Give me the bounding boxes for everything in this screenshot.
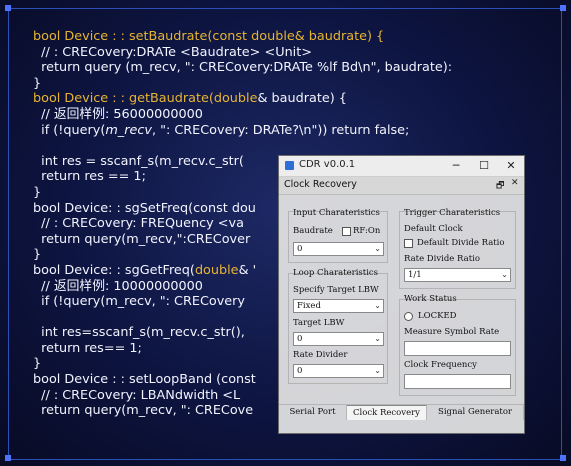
locked-label: LOCKED <box>418 311 457 321</box>
rate-divider-value: 0 <box>297 366 303 376</box>
trigger-group-title: Trigger Charateristics <box>404 208 501 218</box>
code-token: if (!query(m_recv, ": CRECovery <box>33 294 246 310</box>
code-token: } <box>33 356 42 372</box>
code-token: bool Device : : getBaudrate( <box>33 91 214 107</box>
specify-target-select[interactable]: Fixed ⌄ <box>293 299 384 313</box>
app-icon <box>285 161 294 170</box>
code-token: & ' <box>238 262 257 278</box>
default-divide-checkbox[interactable] <box>404 239 413 248</box>
chevron-down-icon: ⌄ <box>501 270 508 279</box>
rate-divide-select[interactable]: 1/1 ⌄ <box>404 268 511 282</box>
target-lbw-select[interactable]: 0 ⌄ <box>293 332 384 346</box>
panel-title: Clock Recovery <box>284 179 357 190</box>
default-divide-label: Default Divide Ratio <box>417 238 505 248</box>
frame-corner <box>560 5 566 11</box>
measure-rate-label: Measure Symbol Rate <box>404 327 500 337</box>
code-token: int res = sscanf_s(m_recv.c_str( <box>33 153 244 169</box>
tab-clock-recovery[interactable]: Clock Recovery <box>347 405 427 420</box>
target-lbw-label: Target LBW <box>293 318 345 328</box>
code-token: } <box>33 184 42 200</box>
chevron-down-icon: ⌄ <box>374 244 381 253</box>
cdr-window[interactable]: CDR v0.0.1 ─ ☐ ✕ Clock Recovery 🗗 ✕ Inpu… <box>278 155 525 434</box>
tab-bar: Serial Port Clock Recovery Signal Genera… <box>279 404 524 421</box>
rate-divide-label: Rate Divide Ratio <box>404 254 480 264</box>
frame-corner <box>5 5 11 11</box>
maximize-button[interactable]: ☐ <box>470 156 498 176</box>
float-panel-icon[interactable]: 🗗 <box>496 178 504 194</box>
rate-divide-value: 1/1 <box>408 270 422 280</box>
code-token: , ": CRECovery: DRATe?\n")) return false… <box>151 122 410 138</box>
work-status-title: Work Status <box>404 294 457 304</box>
code-token: return query(m_recv, ": CRECove <box>33 403 254 419</box>
code-token: bool Device : : setLoopBand (const <box>33 372 256 388</box>
code-token: } <box>33 75 42 91</box>
code-line: } <box>33 76 553 92</box>
code-token: } <box>33 247 42 263</box>
code-token: return query (m_recv, ": CRECovery:DRATe… <box>33 60 453 76</box>
close-panel-icon[interactable]: ✕ <box>511 178 519 188</box>
code-token: // 返回样例: 10000000000 <box>33 278 203 294</box>
code-line: // 返回样例: 56000000000 <box>33 107 553 123</box>
baudrate-select[interactable]: 0 ⌄ <box>293 242 384 256</box>
clock-frequency-field[interactable] <box>404 374 511 389</box>
code-token: bool Device: : sgGetFreq( <box>33 262 195 278</box>
rate-divider-label: Rate Divider <box>293 350 348 360</box>
frame-corner <box>5 455 11 461</box>
code-line: // : CRECovery:DRATe <Baudrate> <Unit> <box>33 45 553 61</box>
specify-target-label: Specify Target LBW <box>293 285 379 295</box>
code-token: & baudrate) { <box>257 91 347 107</box>
panel-header: Clock Recovery 🗗 ✕ <box>279 177 524 195</box>
code-line: if (!query(m_recv, ": CRECovery: DRATe?\… <box>33 123 553 139</box>
window-title: CDR v0.0.1 <box>299 159 356 170</box>
code-token: int res=sscanf_s(m_recv.c_str(), <box>33 325 245 341</box>
title-bar[interactable]: CDR v0.0.1 ─ ☐ ✕ <box>279 156 524 177</box>
code-token: // : CRECovery: FREQuency <va <box>33 216 244 232</box>
code-token: // 返回样例: 56000000000 <box>33 106 203 122</box>
rate-divider-select[interactable]: 0 ⌄ <box>293 364 384 378</box>
code-token: double <box>213 91 258 107</box>
chevron-down-icon: ⌄ <box>374 366 381 375</box>
code-token: m_recv <box>105 122 152 138</box>
frame-corner <box>560 455 566 461</box>
minimize-button[interactable]: ─ <box>442 156 470 176</box>
clock-frequency-label: Clock Frequency <box>404 360 477 370</box>
code-token: bool Device: : sgSetFreq(const dou <box>33 200 256 216</box>
baudrate-value: 0 <box>297 244 303 254</box>
chevron-down-icon: ⌄ <box>374 334 381 343</box>
code-token: return res== 1; <box>33 340 142 356</box>
code-line: return query (m_recv, ": CRECovery:DRATe… <box>33 60 553 76</box>
code-token: double <box>194 262 239 278</box>
default-clock-label: Default Clock <box>404 224 463 234</box>
code-token: // : CRECovery:DRATe <Baudrate> <Unit> <box>33 44 312 60</box>
code-token: const double <box>212 29 295 44</box>
tab-serial-port[interactable]: Serial Port <box>279 405 347 420</box>
input-group-title: Input Charateristics <box>293 208 380 218</box>
locked-indicator <box>404 312 413 321</box>
code-token: // : CRECovery: LBANdwidth <L <box>33 387 241 403</box>
specify-target-value: Fixed <box>297 301 321 311</box>
code-token: & baudrate) { <box>294 29 385 44</box>
rf-on-checkbox[interactable] <box>342 227 351 236</box>
chevron-down-icon: ⌄ <box>374 301 381 310</box>
code-token: return query(m_recv,":CRECover <box>33 231 251 247</box>
target-lbw-value: 0 <box>297 334 303 344</box>
code-token: if (!query( <box>33 122 106 138</box>
code-token: return res == 1; <box>33 169 146 185</box>
baudrate-label: Baudrate <box>293 226 333 236</box>
code-line: bool Device : : setBaudrate(const double… <box>33 29 553 45</box>
code-token: bool Device : : setBaudrate( <box>33 29 213 44</box>
tab-signal-generator[interactable]: Signal Generator <box>427 405 524 420</box>
loop-group-title: Loop Charateristics <box>293 268 379 278</box>
measure-rate-field[interactable] <box>404 341 511 356</box>
close-button[interactable]: ✕ <box>497 156 525 176</box>
code-line: bool Device : : getBaudrate(double& baud… <box>33 91 553 107</box>
rf-on-label: RF:On <box>353 226 381 236</box>
